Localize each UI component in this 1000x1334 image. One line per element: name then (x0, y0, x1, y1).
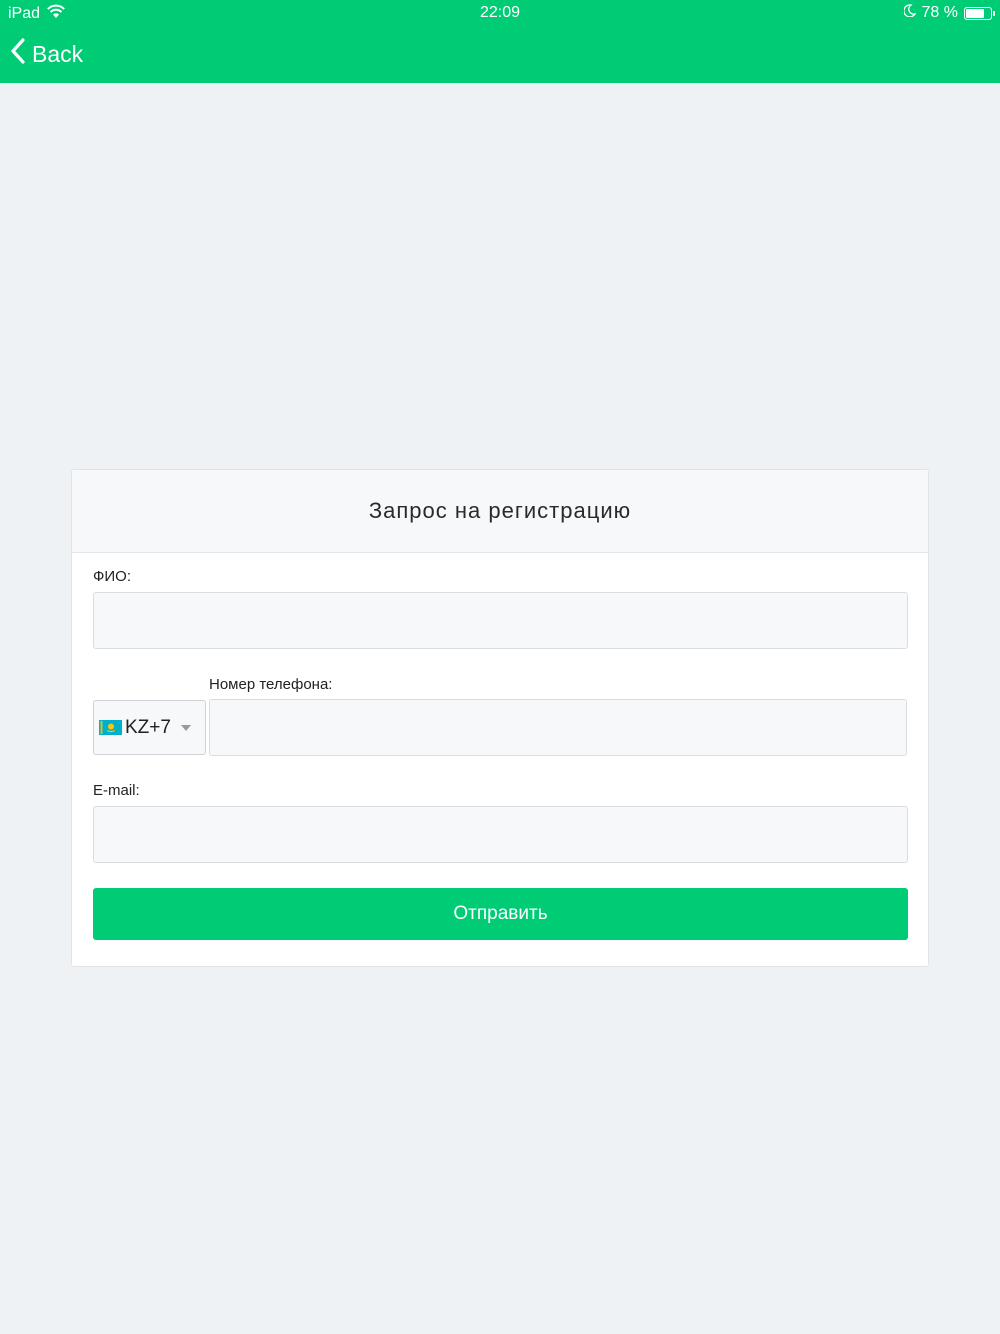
phone-input[interactable] (209, 699, 907, 756)
status-time: 22:09 (479, 4, 521, 21)
battery-tip (993, 10, 995, 16)
header-bar: iPad 22:09 78 % Back (0, 0, 1000, 83)
caret-down-icon (180, 724, 191, 731)
chevron-left-icon (10, 38, 26, 70)
battery-percent: 78 % (921, 4, 958, 21)
battery-fill (966, 8, 984, 18)
kazakhstan-flag-icon (99, 720, 122, 735)
name-input[interactable] (93, 592, 908, 649)
country-code-select[interactable]: KZ+7 (93, 700, 206, 755)
registration-card: Запрос на регистрацию ФИО: Номер телефон… (71, 469, 929, 967)
moon-icon (902, 4, 916, 22)
back-label: Back (32, 40, 84, 67)
country-code-value: KZ+7 (125, 716, 171, 738)
status-right: 78 % (902, 4, 995, 22)
email-input[interactable] (93, 806, 908, 863)
card-title: Запрос на регистрацию (72, 470, 928, 553)
email-label: E-mail: (93, 782, 140, 799)
submit-button[interactable]: Отправить (93, 888, 908, 940)
phone-label: Номер телефона: (209, 676, 333, 693)
back-button[interactable]: Back (10, 38, 83, 70)
battery-icon (964, 6, 995, 20)
name-label: ФИО: (93, 568, 132, 585)
